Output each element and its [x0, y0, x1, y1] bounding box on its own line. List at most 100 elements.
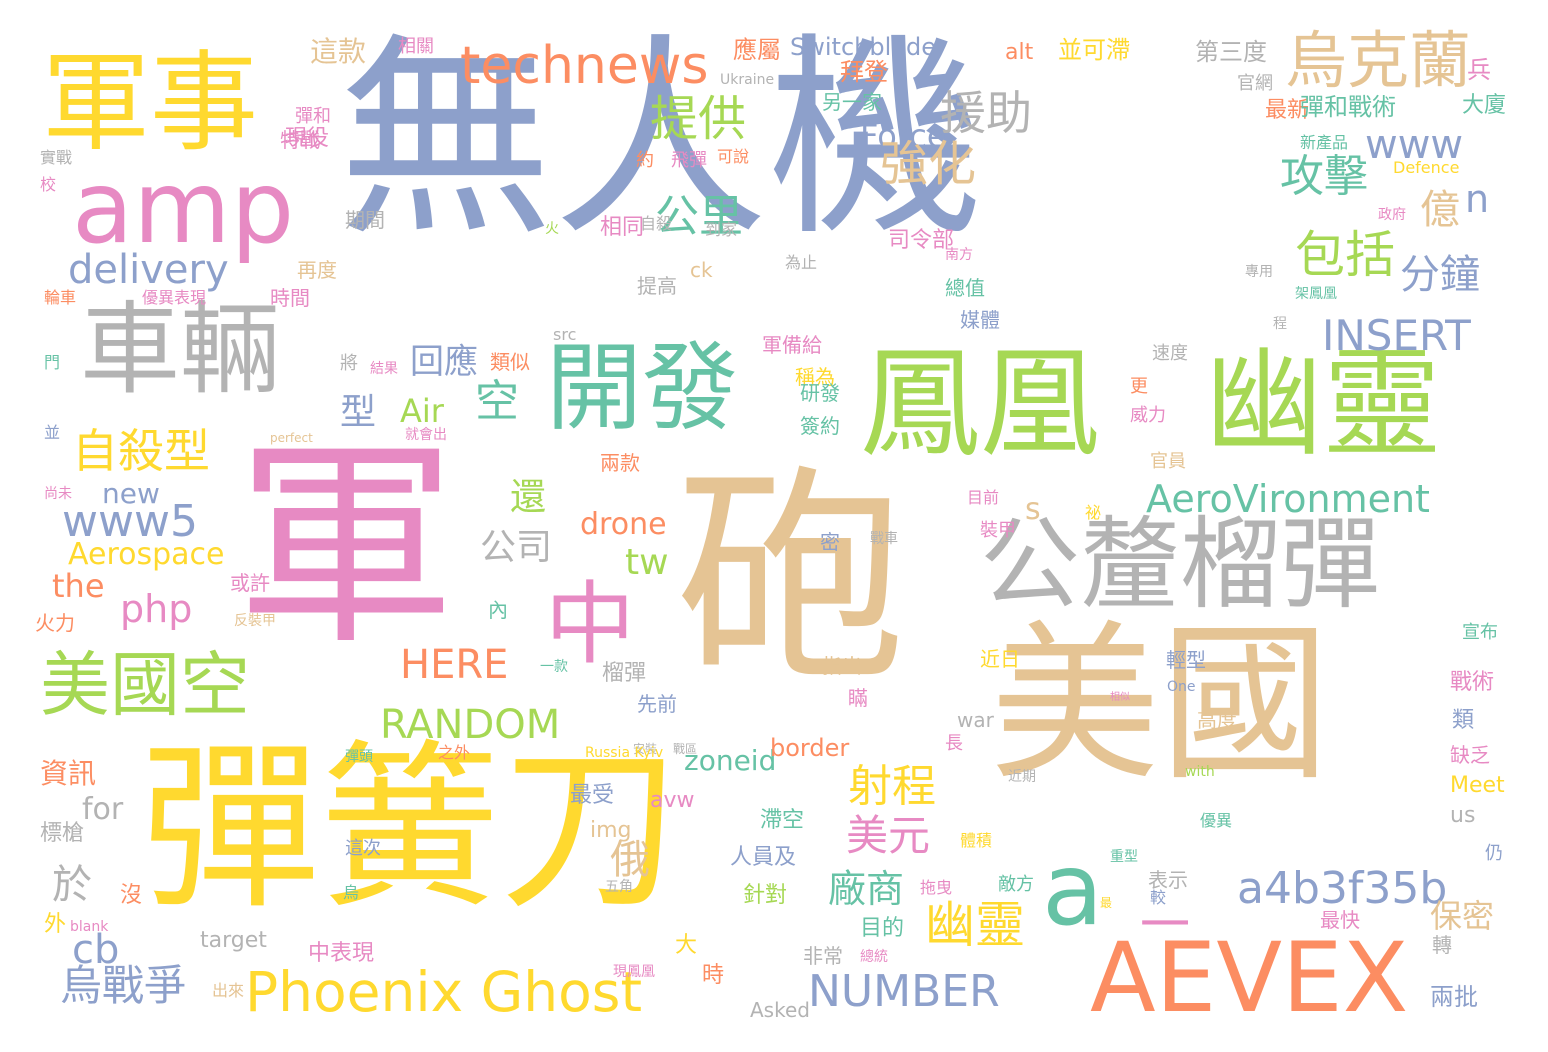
word-cloud-word: 自殺: [640, 214, 673, 233]
word-cloud-word: 相關: [398, 36, 434, 57]
word-cloud-word: war: [957, 708, 994, 732]
word-cloud-word: 這款: [310, 35, 367, 68]
word-cloud-word: 可說: [717, 147, 750, 166]
word-cloud-word: 分鐘: [1400, 252, 1480, 298]
word-cloud-word: 另一家: [822, 90, 882, 114]
word-cloud-word: 重型: [1110, 849, 1138, 865]
word-cloud-word: 並可滯: [1058, 36, 1130, 64]
word-cloud-word: 資訊: [40, 757, 97, 790]
word-cloud-word: 近期: [1008, 769, 1036, 785]
word-cloud-word: php: [120, 587, 193, 631]
word-cloud-word: 最受: [570, 783, 615, 808]
word-cloud-word: border: [770, 734, 850, 762]
word-cloud-word: 類似: [490, 350, 530, 374]
word-cloud-word: Aerospace: [68, 537, 225, 572]
word-cloud-word: 將: [340, 353, 358, 374]
word-cloud-word: 這次: [345, 838, 381, 859]
word-cloud-word: 祕: [1085, 503, 1102, 522]
word-cloud-word: amp: [72, 149, 295, 266]
word-cloud-word: 烏: [343, 883, 360, 902]
word-cloud-word: 大廈: [1462, 93, 1507, 118]
word-cloud-word: NUMBER: [808, 966, 1000, 1017]
word-cloud-word: avw: [650, 788, 695, 813]
word-cloud-word: for: [82, 792, 124, 827]
word-cloud-word: 指出: [822, 654, 862, 678]
word-cloud-word: 或許: [230, 571, 270, 595]
word-cloud-word: HERE: [400, 642, 509, 688]
word-cloud-word: 仍: [1485, 843, 1503, 864]
word-cloud-word: 型: [340, 392, 377, 433]
word-cloud-word: 美元: [846, 811, 931, 860]
word-cloud-word: 專用: [1245, 264, 1273, 280]
word-cloud-word: 內: [488, 598, 508, 622]
word-cloud-word: 南方: [945, 247, 973, 263]
word-cloud-word: 中表現: [308, 941, 375, 966]
word-cloud-word: 俄: [610, 837, 650, 883]
word-cloud-word: 轉: [1432, 933, 1452, 957]
word-cloud-word: 滯空: [760, 808, 805, 833]
word-cloud-word: 瞞: [848, 686, 868, 710]
word-cloud-word: 類: [1452, 708, 1475, 733]
word-cloud-word: 戰車: [870, 531, 898, 547]
word-cloud-word: 飛彈: [671, 150, 707, 171]
word-cloud-word: 烏克蘭: [1285, 24, 1472, 97]
word-cloud-word: 程: [1273, 316, 1287, 332]
word-cloud-word: 敵方: [998, 874, 1034, 895]
word-cloud-word: the: [52, 567, 105, 605]
word-cloud-word: 密: [820, 530, 840, 554]
word-cloud-word: drone: [580, 507, 667, 542]
word-cloud-word: 時: [702, 963, 725, 988]
word-cloud-word: 一款: [540, 659, 568, 675]
word-cloud-word: 還: [510, 477, 547, 518]
word-cloud-word: 尚未: [44, 486, 72, 502]
word-cloud-word: 之外: [438, 743, 471, 762]
word-cloud-word: 媒體: [960, 308, 1000, 332]
word-cloud-word: One: [1167, 679, 1196, 695]
word-cloud-word: 美國: [990, 606, 1331, 804]
word-cloud-word: 幽靈: [925, 896, 1025, 954]
word-cloud-word: 為止: [785, 253, 818, 272]
word-cloud-word: 先前: [637, 692, 677, 716]
word-cloud-word: 沒: [120, 883, 143, 908]
word-cloud-word: 總值: [945, 276, 985, 300]
word-cloud-word: 更: [1130, 376, 1148, 397]
word-cloud-word: 門: [44, 353, 61, 372]
word-cloud-word: with: [1185, 764, 1215, 780]
word-cloud-word: 就會出: [405, 427, 447, 443]
word-cloud-word: 火力: [35, 611, 75, 635]
word-cloud-word: 公釐榴彈: [980, 506, 1380, 623]
word-cloud-word: 到家: [705, 220, 738, 239]
word-cloud-word: 砲: [676, 447, 907, 714]
word-cloud-word: Asked: [750, 998, 810, 1022]
word-cloud-word: 表示: [1148, 868, 1188, 892]
word-cloud-word: target: [200, 928, 267, 953]
word-cloud-word: 中: [545, 572, 635, 677]
word-cloud-word: Defence: [1393, 158, 1460, 177]
word-cloud-word: 現役: [285, 126, 330, 151]
word-cloud-word: 軍備給: [762, 333, 822, 357]
word-cloud-word: 相同: [600, 215, 645, 240]
word-cloud-word: 於: [52, 862, 92, 908]
word-cloud-word: 簽約: [800, 414, 840, 438]
word-cloud-word: us: [1450, 803, 1476, 828]
word-cloud-word: s: [1025, 492, 1041, 527]
word-cloud-word: 援助: [940, 86, 1032, 140]
word-cloud-word: 美國空: [40, 644, 250, 726]
word-cloud-word: 近日: [980, 647, 1020, 671]
word-cloud-word: 外: [44, 912, 67, 937]
word-cloud-word: delivery: [68, 247, 229, 293]
word-cloud-word: ck: [690, 258, 713, 282]
word-cloud-word: 新產品: [1300, 133, 1349, 152]
word-cloud-word: 戰區: [673, 742, 698, 756]
word-cloud-word: perfect: [270, 431, 313, 445]
word-cloud-word: 彈和戰術: [1300, 93, 1396, 121]
word-cloud-word: 回應: [410, 342, 478, 382]
word-cloud-word: 並: [44, 423, 61, 442]
word-cloud-word: 提高: [637, 274, 677, 298]
word-cloud-word: 缺乏: [1450, 743, 1490, 767]
word-cloud-word: 校: [40, 175, 57, 194]
word-cloud-word: 公司: [480, 527, 553, 568]
word-cloud-word: 官員: [1150, 451, 1186, 472]
word-cloud-word: 再度: [297, 258, 337, 282]
word-cloud-word: 火: [545, 221, 559, 237]
